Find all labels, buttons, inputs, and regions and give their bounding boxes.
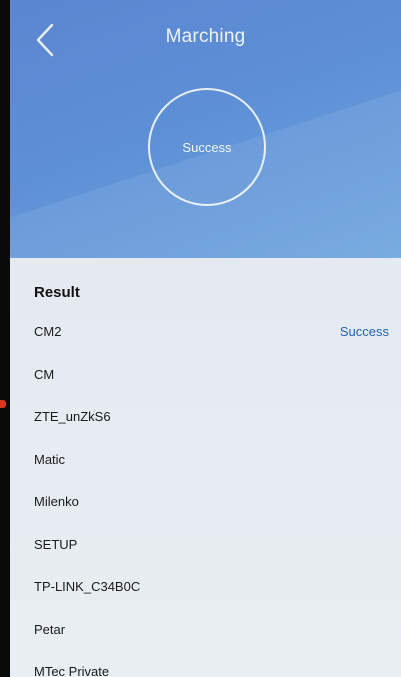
list-item-name: Matic (34, 451, 66, 467)
section-title: Result (34, 284, 80, 301)
list-item-name: CM2 (34, 324, 62, 339)
page-title: Marching (165, 26, 246, 47)
device-frame: Marching Success Result CM2 Success CM Z… (0, 0, 401, 677)
status-text: Success (182, 139, 232, 155)
list-item-name: ZTE_unZkS6 (34, 409, 111, 424)
list-item-status: Success (339, 324, 389, 339)
edge-marker (0, 400, 6, 408)
list-item[interactable]: MTec Private (10, 658, 401, 677)
list-item[interactable]: Matic (10, 446, 401, 489)
list-item[interactable]: Milenko (10, 488, 401, 531)
phone-screen: Marching Success Result CM2 Success CM Z… (10, 0, 401, 677)
list-item[interactable]: CM2 Success (10, 318, 401, 361)
list-item[interactable]: SETUP (10, 531, 401, 574)
list-item[interactable]: CM (10, 361, 401, 404)
header: Marching Success (10, 0, 401, 258)
list-item-name: Petar (34, 621, 66, 637)
status-ring: Success (148, 88, 266, 206)
list-item[interactable]: Petar (10, 616, 401, 659)
list-item-name: TP-LINK_C34B0C (34, 579, 141, 594)
list-item-name: MTec Private (34, 664, 110, 677)
list-item-name: CM (34, 366, 55, 382)
list-item-name: Milenko (34, 494, 79, 509)
list-item-name: SETUP (34, 536, 78, 552)
list-item[interactable]: ZTE_unZkS6 (10, 403, 401, 446)
result-section: Result CM2 Success CM ZTE_unZkS6 Matic M… (10, 258, 401, 677)
list-item[interactable]: TP-LINK_C34B0C (10, 573, 401, 616)
result-list: CM2 Success CM ZTE_unZkS6 Matic Milenko (10, 318, 401, 677)
